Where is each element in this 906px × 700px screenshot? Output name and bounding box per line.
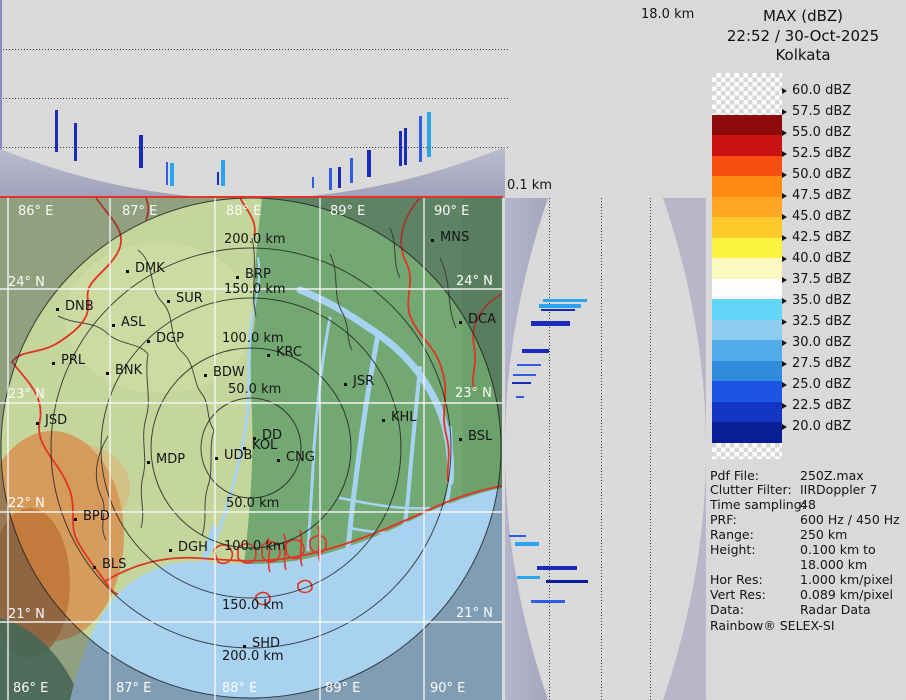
info-value: 1.000 km/pixel bbox=[800, 573, 893, 587]
info-label: Range: bbox=[710, 527, 754, 542]
map-geography-svg bbox=[0, 198, 502, 700]
info-row: Pdf File: 250Z.max bbox=[710, 469, 904, 483]
info-label: PRF: bbox=[710, 512, 737, 527]
info-row: Range: 250 km bbox=[710, 528, 904, 542]
info-row: Height: 0.100 km to bbox=[710, 543, 904, 557]
info-value: Radar Data bbox=[800, 603, 871, 617]
info-label: Clutter Filter: bbox=[710, 482, 792, 497]
height-axis-min-label: 0.1 km bbox=[507, 179, 552, 192]
info-value: 250 km bbox=[800, 528, 847, 542]
radar-map-panel: 86° E87° E88° E89° E90° E86° E87° E88° E… bbox=[0, 198, 502, 700]
info-row: Data: Radar Data bbox=[710, 603, 904, 617]
right-height-profile-panel bbox=[505, 198, 706, 700]
info-label: Data: bbox=[710, 602, 744, 617]
software-footer: Rainbow® SELEX-SI bbox=[710, 619, 904, 633]
legend-panel: MAX (dBZ) 22:52 / 30-Oct-2025 Kolkata 60… bbox=[700, 0, 906, 700]
info-row: Time sampling:48 bbox=[710, 498, 904, 512]
info-label: Time sampling: bbox=[710, 497, 806, 512]
info-label: Hor Res: bbox=[710, 572, 763, 587]
info-value: 48 bbox=[800, 498, 816, 512]
info-row: Vert Res: 0.089 km/pixel bbox=[710, 588, 904, 602]
info-value: 600 Hz / 450 Hz bbox=[800, 513, 900, 527]
info-row: Hor Res: 1.000 km/pixel bbox=[710, 573, 904, 587]
info-value: 0.089 km/pixel bbox=[800, 588, 893, 602]
top-panel-blind-zone bbox=[0, 0, 505, 198]
right-panel-gridline bbox=[601, 198, 603, 700]
info-value: 18.000 km bbox=[800, 558, 867, 572]
height-axis-max-label: 18.0 km bbox=[641, 8, 694, 21]
info-value: IIRDoppler 7 bbox=[800, 483, 877, 497]
info-label: Height: bbox=[710, 542, 756, 557]
top-height-profile-panel bbox=[0, 0, 505, 198]
right-panel-gridline bbox=[650, 198, 652, 700]
product-info-block: Pdf File: 250Z.max Clutter Filter: IIRDoppl… bbox=[700, 0, 906, 700]
info-label: Vert Res: bbox=[710, 587, 766, 602]
info-row: Clutter Filter: IIRDoppler 7 bbox=[710, 483, 904, 497]
right-panel-blind-zone bbox=[505, 198, 706, 700]
info-row: PRF: 600 Hz / 450 Hz bbox=[710, 513, 904, 527]
info-value: 0.100 km to bbox=[800, 543, 876, 557]
info-label: Pdf File: bbox=[710, 468, 759, 483]
info-value: 250Z.max bbox=[800, 469, 864, 483]
info-row: 18.000 km bbox=[710, 558, 904, 572]
right-panel-gridline bbox=[549, 198, 551, 700]
